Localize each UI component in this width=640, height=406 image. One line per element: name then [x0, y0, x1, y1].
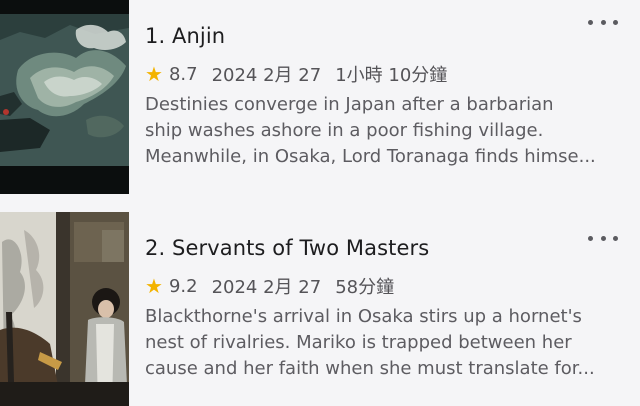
more-options-button[interactable]	[588, 230, 618, 246]
episode-description: Destinies converge in Japan after a barb…	[145, 92, 632, 170]
star-icon: ★	[145, 62, 163, 86]
description-line: nest of rivalries. Mariko is trapped bet…	[145, 332, 572, 353]
rating-value: 9.2	[168, 275, 198, 297]
release-date: 2024 2月 27	[211, 277, 322, 298]
duration: 58分鐘	[335, 277, 395, 298]
description-line: Destinies converge in Japan after a barb…	[145, 94, 554, 115]
more-horizontal-icon	[588, 19, 593, 25]
episode-title[interactable]: 2. Servants of Two Masters	[145, 236, 429, 260]
duration: 1小時 10分鐘	[335, 65, 448, 86]
island-aerial-image	[0, 0, 129, 194]
episode-thumbnail[interactable]	[0, 212, 129, 406]
episode-meta: ★ 8.7 2024 2月 27 1小時 10分鐘	[145, 61, 447, 87]
episode-description: Blackthorne's arrival in Osaka stirs up …	[145, 304, 632, 382]
description-line: Blackthorne's arrival in Osaka stirs up …	[145, 306, 582, 327]
episode-row[interactable]: 1. Anjin ★ 8.7 2024 2月 27 1小時 10分鐘 Desti…	[0, 0, 640, 194]
description-line: ship washes ashore in a poor fishing vil…	[145, 120, 544, 141]
episode-thumbnail[interactable]	[0, 0, 129, 194]
star-icon: ★	[145, 274, 163, 298]
episode-meta: ★ 9.2 2024 2月 27 58分鐘	[145, 273, 394, 299]
more-options-button[interactable]	[588, 14, 618, 30]
rating-value: 8.7	[168, 63, 198, 85]
interior-scene-image	[0, 212, 129, 406]
release-date: 2024 2月 27	[211, 65, 322, 86]
description-line: Meanwhile, in Osaka, Lord Toranaga finds…	[145, 146, 596, 167]
more-horizontal-icon	[588, 235, 593, 241]
episode-row[interactable]: 2. Servants of Two Masters ★ 9.2 2024 2月…	[0, 208, 640, 406]
episode-title[interactable]: 1. Anjin	[145, 24, 225, 48]
description-line: cause and her faith when she must transl…	[145, 358, 595, 379]
